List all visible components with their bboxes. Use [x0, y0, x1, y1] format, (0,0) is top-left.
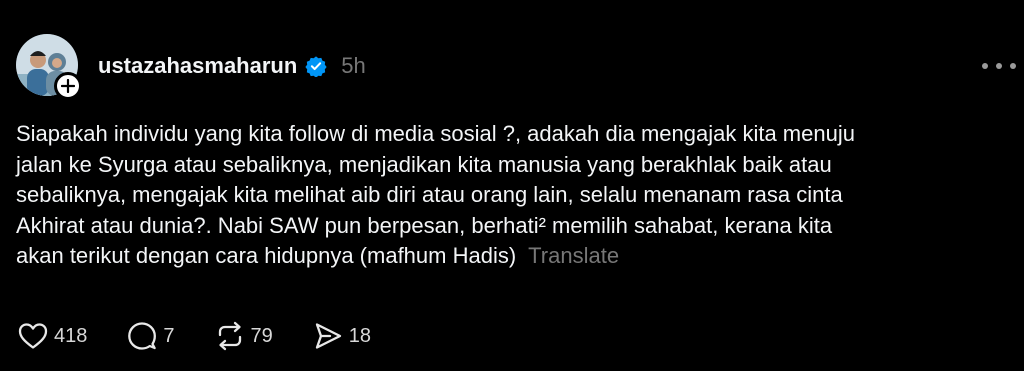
- more-dot-icon: [996, 63, 1002, 69]
- like-count: 418: [54, 324, 88, 347]
- post-header: ustazahasmaharun 5h: [98, 51, 366, 81]
- comment-button[interactable]: 7: [127, 321, 175, 351]
- post-caption: Siapakah individu yang kita follow di me…: [16, 119, 1016, 272]
- share-button[interactable]: 18: [313, 321, 371, 351]
- translate-link[interactable]: Translate: [528, 243, 619, 268]
- comment-icon: [128, 322, 157, 350]
- caption-line: jalan ke Syurga atau sebaliknya, menjadi…: [16, 151, 832, 177]
- more-options-button[interactable]: [982, 58, 1016, 74]
- caption-line: Siapakah individu yang kita follow di me…: [16, 121, 855, 146]
- thread-post: ustazahasmaharun 5h Siapakah individu ya…: [0, 0, 1024, 371]
- follow-button[interactable]: [54, 72, 82, 100]
- caption-line: akan terikut dengan cara hidupnya (mafhu…: [16, 243, 517, 268]
- post-timestamp[interactable]: 5h: [341, 53, 365, 79]
- verified-icon: [305, 55, 327, 77]
- more-dot-icon: [1010, 63, 1016, 69]
- caption-line: Akhirat atau dunia?. Nabi SAW pun berpes…: [16, 212, 833, 238]
- repost-icon: [218, 321, 241, 351]
- action-bar: 418 7 79 18: [18, 320, 411, 352]
- username-link[interactable]: ustazahasmaharun: [98, 53, 297, 79]
- heart-icon: [18, 323, 48, 349]
- send-icon: [315, 323, 341, 349]
- more-dot-icon: [982, 63, 988, 69]
- like-button[interactable]: 418: [18, 322, 87, 350]
- share-count: 18: [348, 324, 371, 347]
- repost-button[interactable]: 79: [215, 321, 273, 351]
- comment-count: 7: [163, 324, 175, 347]
- caption-line-last: akan terikut dengan cara hidupnya (mafhu…: [16, 241, 1016, 272]
- repost-count: 79: [250, 324, 273, 347]
- avatar-container: [16, 34, 82, 100]
- plus-icon: [61, 79, 75, 93]
- caption-line: sebaliknya, mengajak kita melihat aib di…: [16, 182, 843, 207]
